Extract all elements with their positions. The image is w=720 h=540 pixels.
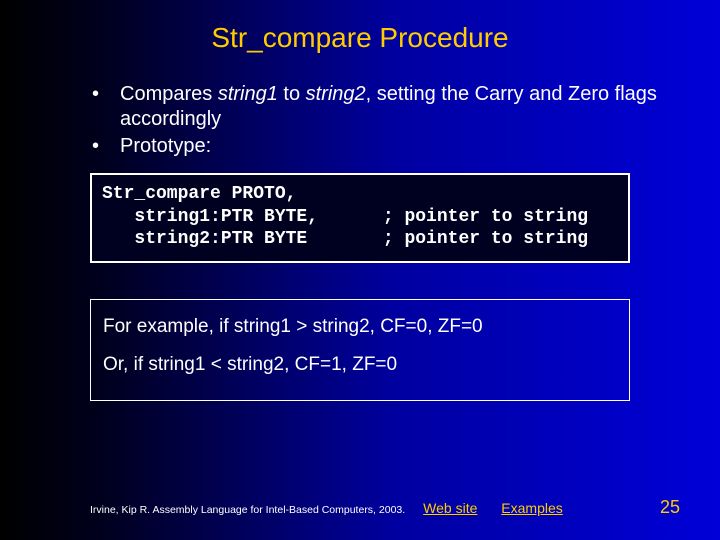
web-site-link[interactable]: Web site: [423, 500, 477, 516]
text-italic: string1: [218, 83, 278, 105]
footer-links: Web site Examples: [423, 500, 660, 516]
examples-link[interactable]: Examples: [501, 500, 562, 516]
footer: Irvine, Kip R. Assembly Language for Int…: [0, 497, 720, 518]
citation-text: Irvine, Kip R. Assembly Language for Int…: [90, 504, 405, 516]
text: Prototype:: [120, 135, 211, 157]
slide-title: Str_compare Procedure: [0, 0, 720, 54]
example-box: For example, if string1 > string2, CF=0,…: [90, 299, 630, 402]
slide: Str_compare Procedure Compares string1 t…: [0, 0, 720, 540]
bullet-item-1: Compares string1 to string2, setting the…: [70, 82, 680, 132]
text: Compares: [120, 83, 218, 105]
code-block: Str_compare PROTO, string1:PTR BYTE, ; p…: [90, 173, 630, 263]
bullet-list: Compares string1 to string2, setting the…: [70, 82, 680, 159]
example-line-2: Or, if string1 < string2, CF=1, ZF=0: [103, 350, 617, 380]
example-line-1: For example, if string1 > string2, CF=0,…: [103, 312, 617, 342]
bullet-item-2: Prototype:: [70, 134, 680, 159]
text: to: [278, 83, 306, 105]
text-italic: string2: [306, 83, 366, 105]
page-number: 25: [660, 497, 680, 518]
